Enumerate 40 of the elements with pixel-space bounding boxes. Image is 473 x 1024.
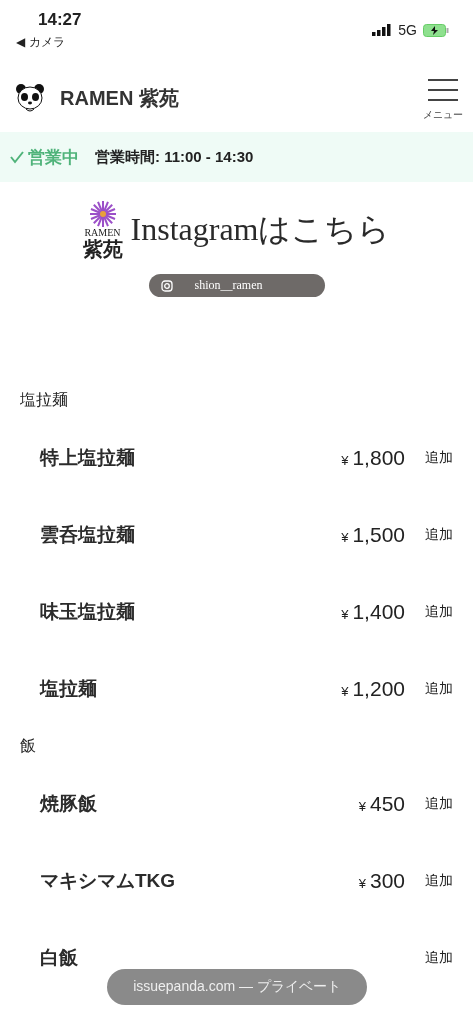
add-button[interactable]: 追加 [425, 679, 453, 698]
flower-icon [88, 200, 117, 228]
item-name: 塩拉麺 [40, 676, 98, 701]
item-price: ¥ 300 [358, 868, 405, 893]
add-button[interactable]: 追加 [425, 448, 453, 467]
item-name: 雲呑塩拉麺 [40, 522, 136, 547]
item-name: 味玉塩拉麺 [40, 599, 136, 624]
item-name: マキシマムTKG [40, 868, 177, 893]
item-name: 焼豚飯 [40, 791, 98, 816]
item-price: ¥ 1,800 [341, 445, 405, 470]
add-button[interactable]: 追加 [425, 794, 453, 813]
business-hours: 営業時間: 11:00 - 14:30 [95, 147, 254, 167]
item-price: ¥ 450 [358, 791, 405, 816]
logo-name: 紫苑 [82, 238, 123, 260]
battery-charging-icon [423, 23, 449, 37]
site-title: RAMEN 紫苑 [60, 85, 179, 111]
add-button[interactable]: 追加 [425, 602, 453, 621]
status-time: 14:27 [38, 10, 82, 30]
category-heading: 塩拉麺 [19, 389, 69, 410]
add-button[interactable]: 追加 [425, 525, 453, 544]
item-name: 白飯 [40, 945, 79, 970]
add-button[interactable]: 追加 [425, 871, 453, 890]
instagram-handle-link[interactable]: shion__ramen [148, 274, 325, 297]
add-button[interactable]: 追加 [425, 948, 453, 967]
network-label: 5G [398, 22, 417, 38]
category-heading: 飯 [19, 735, 37, 756]
menu-icon [428, 78, 458, 102]
item-name: 特上塩拉麺 [40, 445, 136, 470]
item-price: ¥ 1,200 [341, 676, 405, 701]
panda-icon [14, 82, 46, 114]
check-icon [10, 150, 24, 164]
open-status: 営業中 [28, 146, 79, 169]
logo-text: RAMEN [84, 228, 121, 238]
item-price: ¥ 1,400 [341, 599, 405, 624]
signal-icon [372, 24, 393, 36]
back-link[interactable]: ◀ カメラ [16, 34, 82, 51]
instagram-icon [160, 279, 173, 292]
menu-button[interactable]: メニュー [423, 78, 463, 122]
instagram-heading: Instagramはこちら [130, 210, 391, 249]
item-price: ¥ 1,500 [341, 522, 405, 547]
